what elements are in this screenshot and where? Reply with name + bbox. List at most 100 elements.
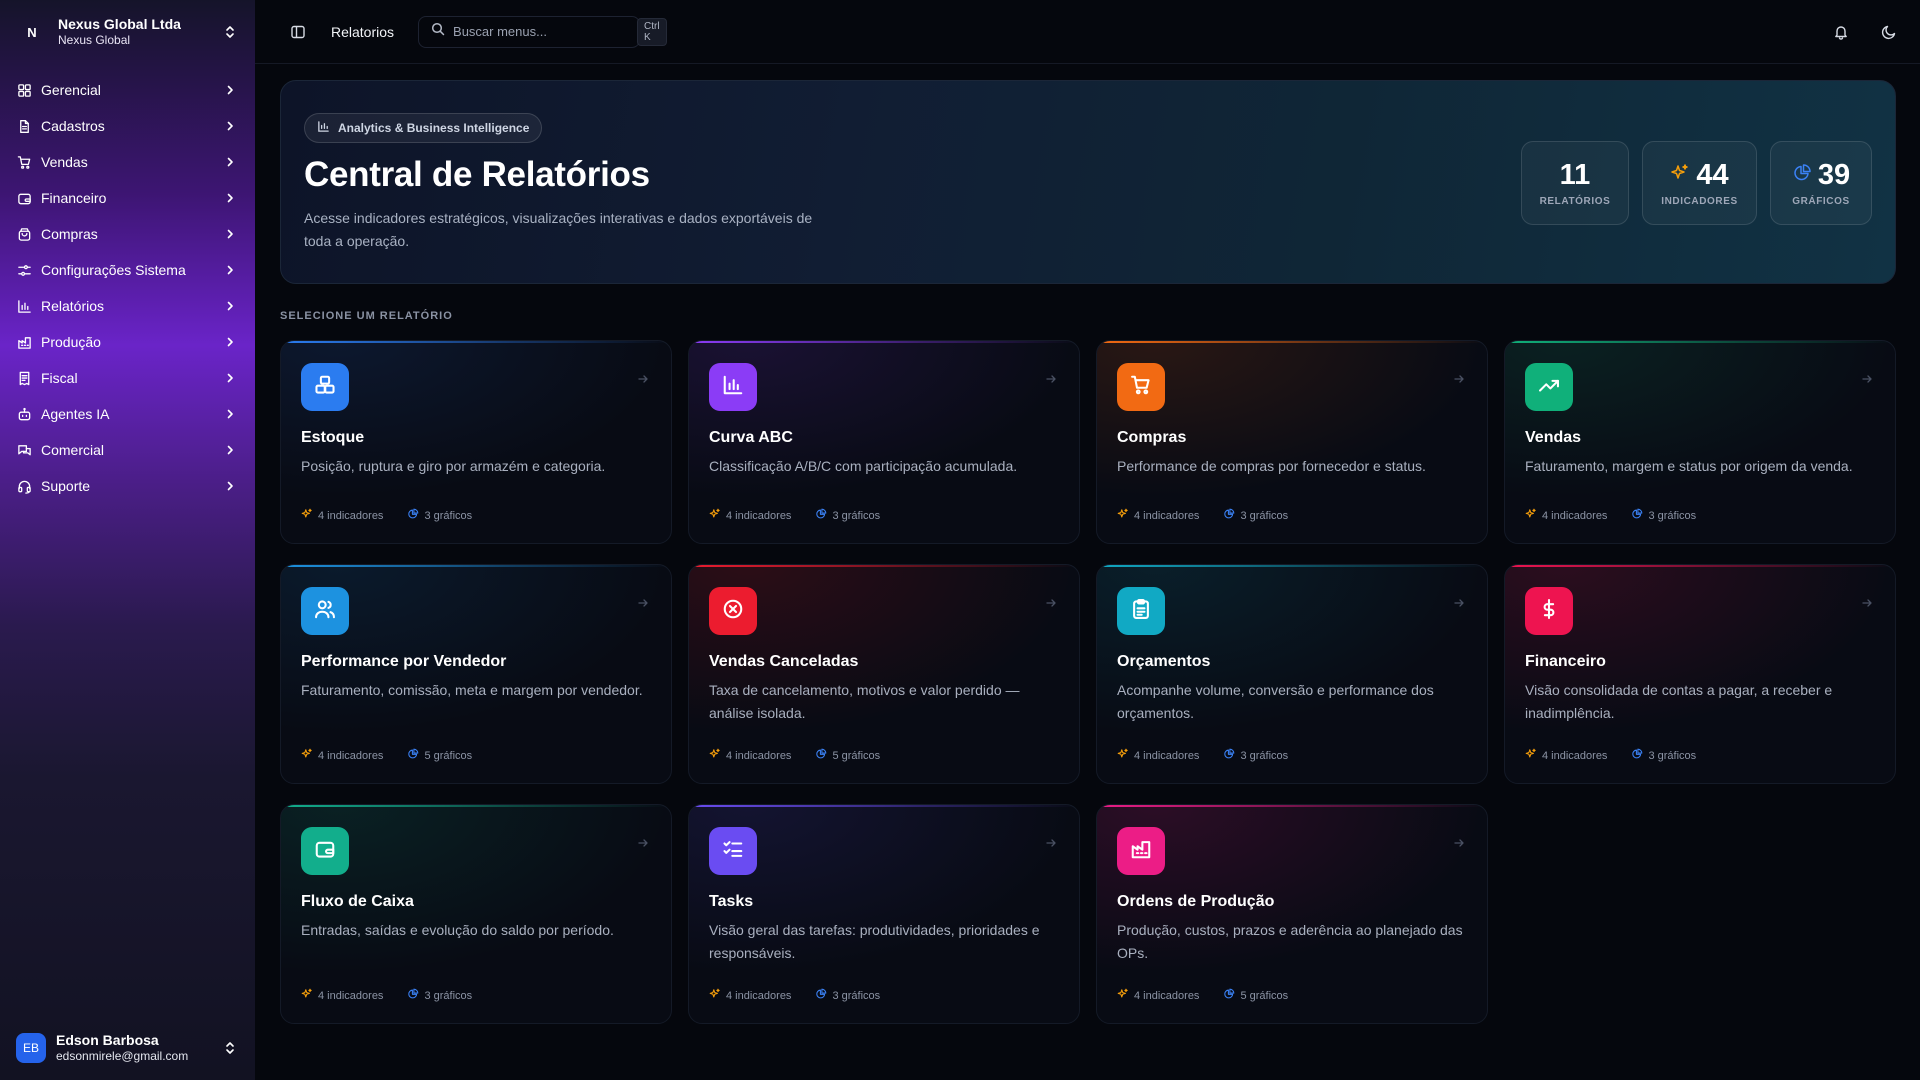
wallet-icon bbox=[16, 190, 32, 206]
indicator-count: 4 indicadores bbox=[318, 509, 384, 522]
sidebar-item-cadastros[interactable]: Cadastros bbox=[0, 108, 255, 144]
card-accent-line bbox=[281, 805, 671, 807]
indicator-count: 4 indicadores bbox=[1134, 989, 1200, 1002]
card-accent-line bbox=[689, 341, 1079, 343]
arrow-right-icon bbox=[1043, 835, 1059, 851]
sidebar-item-suporte[interactable]: Suporte bbox=[0, 468, 255, 504]
sidebar-item-agentes-ia[interactable]: Agentes IA bbox=[0, 396, 255, 432]
card-description: Taxa de cancelamento, motivos e valor pe… bbox=[709, 682, 1020, 721]
chart-count: 3 gráficos bbox=[1648, 749, 1697, 762]
report-card[interactable]: Orçamentos Acompanhe volume, conversão e … bbox=[1096, 564, 1488, 784]
chart-count: 3 gráficos bbox=[424, 989, 473, 1002]
sparkles-icon bbox=[1525, 748, 1537, 763]
card-meta: 4 indicadores 3 gráficos bbox=[709, 988, 880, 1003]
sidebar-item-comercial[interactable]: Comercial bbox=[0, 432, 255, 468]
chevron-right-icon bbox=[223, 119, 237, 133]
checklist-icon bbox=[722, 838, 744, 865]
card-accent-line bbox=[689, 805, 1079, 807]
sidebar-item-gerencial[interactable]: Gerencial bbox=[0, 72, 255, 108]
indicator-count: 4 indicadores bbox=[318, 989, 384, 1002]
card-meta: 4 indicadores 5 gráficos bbox=[709, 748, 880, 763]
search-icon bbox=[431, 22, 445, 41]
chevron-right-icon bbox=[223, 155, 237, 169]
hero-banner: Analytics & Business Intelligence Centra… bbox=[280, 80, 1896, 284]
sliders-icon bbox=[16, 262, 32, 278]
report-card[interactable]: Tasks Visão geral das tarefas: produtivid… bbox=[688, 804, 1080, 1024]
sidebar-item-producao[interactable]: Produção bbox=[0, 324, 255, 360]
sparkles-icon bbox=[1670, 163, 1690, 188]
user-account[interactable]: EB Edson Barbosa edsonmirele@gmail.com bbox=[0, 1016, 255, 1080]
indicator-count: 4 indicadores bbox=[1542, 509, 1608, 522]
card-meta: 4 indicadores 3 gráficos bbox=[1117, 508, 1288, 523]
headset-icon bbox=[16, 478, 32, 494]
search-box[interactable]: Ctrl K bbox=[418, 15, 667, 48]
sidebar-toggle-icon[interactable] bbox=[287, 21, 309, 43]
moon-icon[interactable] bbox=[1878, 21, 1900, 43]
stat-label: RELATÓRIOS bbox=[1539, 196, 1611, 207]
chart-count: 3 gráficos bbox=[1240, 749, 1289, 762]
sidebar-item-relatorios[interactable]: Relatórios bbox=[0, 288, 255, 324]
indicator-count: 4 indicadores bbox=[1542, 749, 1608, 762]
card-title: Estoque bbox=[301, 429, 365, 446]
arrow-right-icon bbox=[1043, 595, 1059, 611]
report-card[interactable]: Curva ABC Classificação A/B/C com partici… bbox=[688, 340, 1080, 544]
breadcrumb[interactable]: Relatorios bbox=[331, 24, 394, 40]
chart-count: 3 gráficos bbox=[1240, 509, 1289, 522]
chevron-right-icon bbox=[223, 479, 237, 493]
report-card[interactable]: Performance por Vendedor Faturamento, com… bbox=[280, 564, 672, 784]
sidebar-item-compras[interactable]: Compras bbox=[0, 216, 255, 252]
sidebar-item-label: Produção bbox=[41, 334, 101, 350]
card-icon-tile bbox=[1117, 827, 1165, 875]
sidebar-item-label: Cadastros bbox=[41, 118, 105, 134]
sidebar-item-label: Comercial bbox=[41, 442, 105, 458]
report-card[interactable]: Financeiro Visão consolidada de contas a … bbox=[1504, 564, 1896, 784]
card-accent-line bbox=[281, 341, 671, 343]
card-title: Vendas bbox=[1525, 429, 1582, 446]
chart-count: 3 gráficos bbox=[1648, 509, 1697, 522]
org-switcher[interactable]: N Nexus Global Ltda Nexus Global bbox=[0, 0, 255, 64]
hero-badge: Analytics & Business Intelligence bbox=[304, 113, 543, 143]
shortcut-badge: Ctrl K bbox=[637, 17, 667, 46]
pie-chart-icon bbox=[1792, 163, 1812, 188]
arrow-right-icon bbox=[635, 835, 651, 851]
report-card[interactable]: Ordens de Produção Produção, custos, praz… bbox=[1096, 804, 1488, 1024]
indicator-count: 4 indicadores bbox=[726, 749, 792, 762]
card-accent-line bbox=[281, 565, 671, 567]
report-card[interactable]: Vendas Canceladas Taxa de cancelamento, m… bbox=[688, 564, 1080, 784]
page-description: Acesse indicadores estratégicos, visuali… bbox=[304, 210, 813, 249]
sparkles-icon bbox=[301, 748, 313, 763]
report-card[interactable]: Compras Performance de compras por fornec… bbox=[1096, 340, 1488, 544]
chart-count: 3 gráficos bbox=[424, 509, 473, 522]
cart-icon bbox=[16, 154, 32, 170]
sidebar-item-configuracoes-sistema[interactable]: Configurações Sistema bbox=[0, 252, 255, 288]
sidebar-item-label: Relatórios bbox=[41, 298, 105, 314]
chart-count: 5 gráficos bbox=[832, 749, 881, 762]
bell-icon[interactable] bbox=[1830, 21, 1852, 43]
card-meta: 4 indicadores 3 gráficos bbox=[1525, 748, 1696, 763]
report-card[interactable]: Vendas Faturamento, margem e status por o… bbox=[1504, 340, 1896, 544]
section-label: SELECIONE UM RELATÓRIO bbox=[280, 310, 453, 322]
sidebar-item-vendas[interactable]: Vendas bbox=[0, 144, 255, 180]
chart-count: 5 gráficos bbox=[424, 749, 473, 762]
report-card[interactable]: Fluxo de Caixa Entradas, saídas e evoluçã… bbox=[280, 804, 672, 1024]
sparkles-icon bbox=[1117, 988, 1129, 1003]
sidebar-item-financeiro[interactable]: Financeiro bbox=[0, 180, 255, 216]
sidebar-item-fiscal[interactable]: Fiscal bbox=[0, 360, 255, 396]
card-description: Posição, ruptura e giro por armazém e ca… bbox=[301, 458, 606, 474]
card-title: Compras bbox=[1117, 429, 1187, 446]
sidebar-item-label: Agentes IA bbox=[41, 406, 110, 422]
stat-value: 11 bbox=[1559, 159, 1591, 191]
report-card[interactable]: Estoque Posição, ruptura e giro por armaz… bbox=[280, 340, 672, 544]
card-meta: 4 indicadores 3 gráficos bbox=[301, 988, 472, 1003]
search-input[interactable] bbox=[453, 24, 630, 39]
org-logo: N bbox=[27, 24, 37, 40]
arrow-right-icon bbox=[1859, 371, 1875, 387]
bar-chart-icon bbox=[722, 374, 744, 401]
chevron-right-icon bbox=[223, 299, 237, 313]
card-icon-tile bbox=[709, 363, 757, 411]
chart-count: 3 gráficos bbox=[832, 989, 881, 1002]
page-title: Central de Relatórios bbox=[304, 155, 650, 194]
arrow-right-icon bbox=[1451, 595, 1467, 611]
bar-chart-icon bbox=[16, 298, 32, 314]
card-title: Orçamentos bbox=[1117, 653, 1211, 670]
